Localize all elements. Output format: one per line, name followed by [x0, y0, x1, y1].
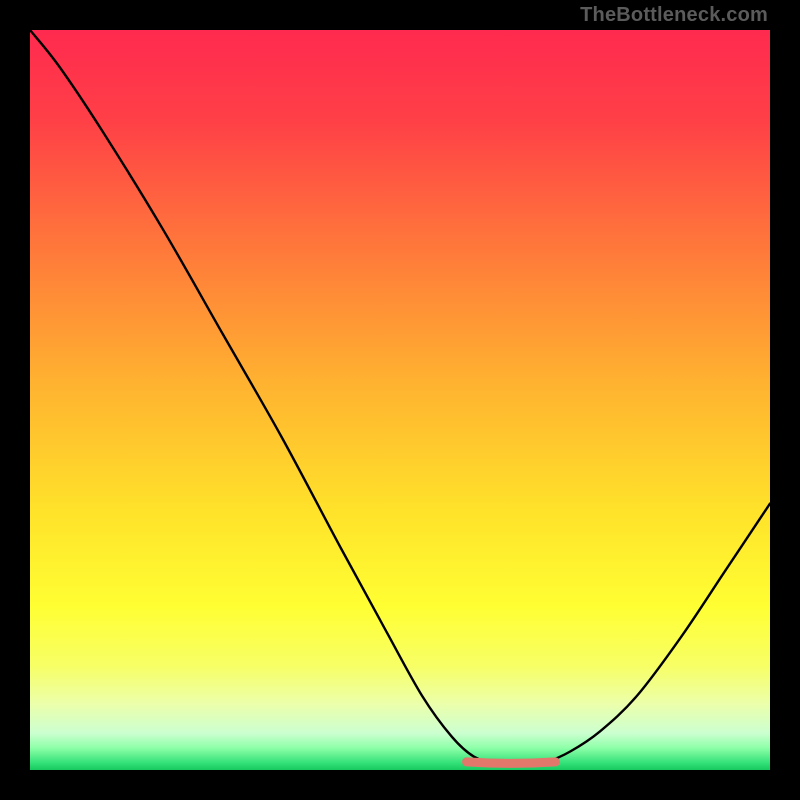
bottleneck-curve [30, 30, 770, 770]
chart-frame: TheBottleneck.com [0, 0, 800, 800]
curve-line [30, 30, 770, 764]
watermark-text: TheBottleneck.com [580, 4, 768, 27]
plot-area [30, 30, 770, 770]
optimal-marker [467, 762, 556, 764]
